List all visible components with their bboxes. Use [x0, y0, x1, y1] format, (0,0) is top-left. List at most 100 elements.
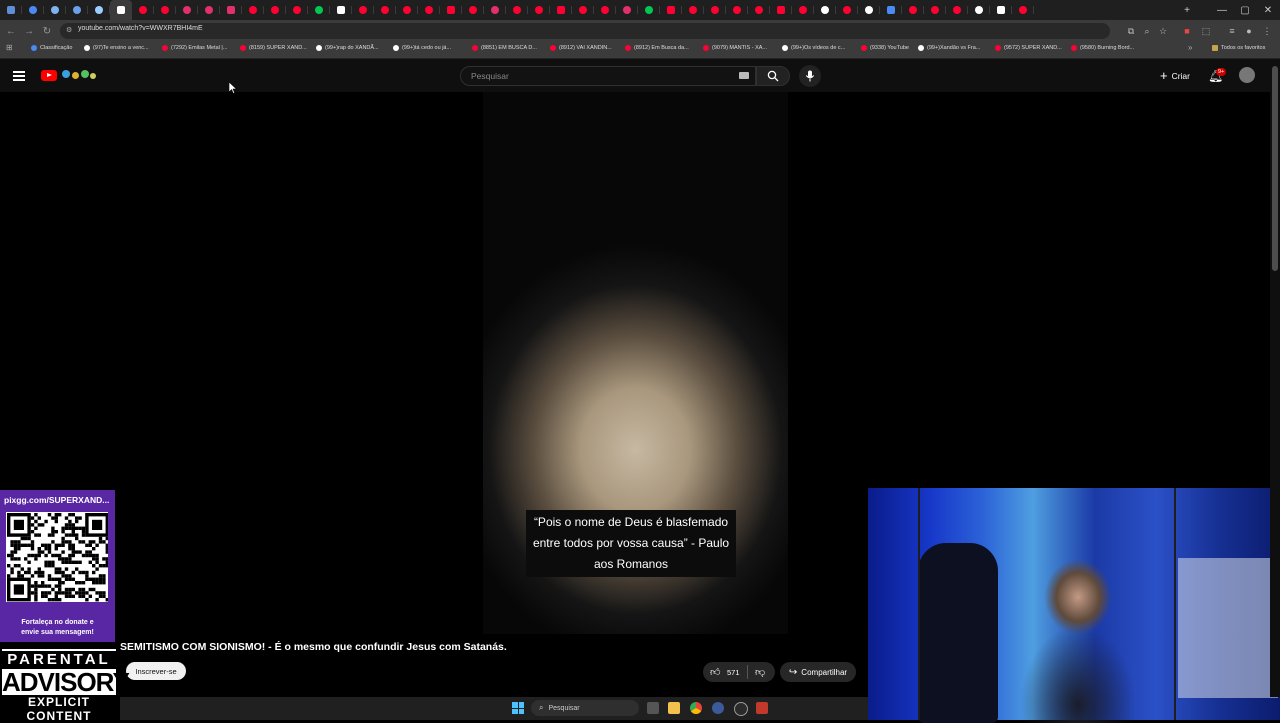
browser-tab[interactable] [418, 0, 440, 20]
task-view-icon[interactable] [647, 702, 659, 714]
browser-tab[interactable] [308, 0, 330, 20]
browser-tab[interactable] [242, 0, 264, 20]
browser-tab[interactable] [0, 0, 22, 20]
browser-tab[interactable] [946, 0, 968, 20]
browser-tab[interactable] [550, 0, 572, 20]
browser-tab[interactable] [154, 0, 176, 20]
bookmark-item[interactable]: (8912) Em Busca da... [625, 45, 689, 51]
bookmark-item[interactable]: (99+)Xandão vs Fra... [918, 45, 980, 51]
all-bookmarks-link[interactable]: Todos os favoritos [1212, 45, 1265, 51]
browser-tab[interactable] [374, 0, 396, 20]
browser-tab[interactable] [770, 0, 792, 20]
maximize-icon[interactable]: ▢ [1234, 0, 1256, 20]
share-button[interactable]: ↪ Compartilhar [780, 662, 856, 682]
search-button[interactable] [756, 66, 790, 86]
youtube-logo-icon[interactable] [41, 70, 57, 81]
browser-tab[interactable] [44, 0, 66, 20]
browser-tab[interactable] [528, 0, 550, 20]
obs-icon[interactable] [734, 702, 748, 716]
taskbar-search[interactable]: ⌕ Pesquisar [531, 700, 639, 716]
browser-tab[interactable] [924, 0, 946, 20]
browser-tab[interactable] [440, 0, 462, 20]
browser-tab[interactable] [748, 0, 770, 20]
apps-grid-icon[interactable]: ⊞ [6, 43, 13, 52]
browser-tab[interactable] [594, 0, 616, 20]
browser-tab[interactable] [726, 0, 748, 20]
bookmark-item[interactable]: (99+)Os vídeos de c... [782, 45, 845, 51]
keyboard-icon[interactable] [739, 72, 749, 79]
bookmark-item[interactable]: Classificação [31, 45, 72, 51]
scrollbar-thumb[interactable] [1272, 66, 1278, 271]
like-button[interactable]: 👍︎ [710, 666, 720, 678]
bookmark-item[interactable]: (8851) EM BUSCA D... [472, 45, 537, 51]
browser-menu-icon[interactable]: ⋮ [1261, 25, 1273, 37]
bookmark-item[interactable]: (9338) YouTube [861, 45, 909, 51]
new-tab-button[interactable]: + [1176, 0, 1198, 20]
bookmark-item[interactable]: (8912) VAI XANDIN... [550, 45, 612, 51]
browser-tab[interactable] [220, 0, 242, 20]
bookmark-item[interactable]: (97)Te ensino a venc... [84, 45, 149, 51]
browser-tab[interactable] [352, 0, 374, 20]
browser-tab[interactable] [110, 0, 132, 20]
install-icon[interactable]: ⧉ [1125, 25, 1137, 37]
windows-start-icon[interactable] [512, 702, 524, 714]
browser-tab[interactable] [836, 0, 858, 20]
omnibox[interactable]: ⚙ youtube.com/watch?v=WWXR7BHI4mE [60, 23, 1110, 39]
browser-tab[interactable] [990, 0, 1012, 20]
browser-tab[interactable] [638, 0, 660, 20]
close-window-icon[interactable]: ✕ [1257, 0, 1279, 20]
browser-tab[interactable] [572, 0, 594, 20]
zoom-icon[interactable]: ⌕ [1141, 25, 1153, 37]
voice-search-button[interactable] [799, 65, 821, 87]
reload-icon[interactable]: ↻ [40, 24, 54, 38]
bookmark-item[interactable]: (8159) SUPER XAND... [240, 45, 307, 51]
browser-tab[interactable] [880, 0, 902, 20]
hamburger-menu-icon[interactable] [13, 70, 25, 81]
dislike-button[interactable]: 👎︎ [755, 666, 765, 678]
browser-tab[interactable] [462, 0, 484, 20]
streaming-app-icon[interactable] [756, 702, 768, 714]
browser-tab[interactable] [264, 0, 286, 20]
profile-menu-icon[interactable]: ≡ [1226, 25, 1238, 37]
browser-tab[interactable] [968, 0, 990, 20]
browser-tab[interactable] [902, 0, 924, 20]
profile-avatar-icon[interactable]: ● [1243, 25, 1255, 37]
browser-tab[interactable] [682, 0, 704, 20]
browser-tab[interactable] [330, 0, 352, 20]
subscribe-button[interactable]: Inscrever-se [126, 662, 186, 680]
site-info-icon[interactable]: ⚙ [66, 26, 72, 34]
browser-tab[interactable] [506, 0, 528, 20]
create-button[interactable]: + Criar [1152, 66, 1198, 86]
browser-tab[interactable] [792, 0, 814, 20]
bookmark-star-icon[interactable]: ☆ [1157, 25, 1169, 37]
chrome-icon[interactable] [690, 702, 702, 714]
avatar[interactable] [1239, 67, 1255, 83]
extension-icon[interactable]: ■ [1181, 25, 1193, 37]
browser-tab[interactable] [814, 0, 836, 20]
browser-tab[interactable] [286, 0, 308, 20]
extensions-puzzle-icon[interactable]: ⬚ [1200, 25, 1212, 37]
bookmark-item[interactable]: (7292) Emilas Metal |... [162, 45, 227, 51]
settings-app-icon[interactable] [712, 702, 724, 714]
browser-tab[interactable] [198, 0, 220, 20]
back-icon[interactable]: ← [4, 24, 18, 38]
browser-tab[interactable] [660, 0, 682, 20]
bookmark-item[interactable]: (99+)tá cedo ou já... [393, 45, 451, 51]
bookmark-item[interactable]: (9079) MANTIS - XA... [703, 45, 767, 51]
channel-doodle-icon[interactable] [60, 68, 97, 82]
browser-tab[interactable] [484, 0, 506, 20]
browser-tab[interactable] [66, 0, 88, 20]
bookmark-item[interactable]: (9580) Burning Bord... [1071, 45, 1134, 51]
browser-tab[interactable] [616, 0, 638, 20]
more-bookmarks-icon[interactable]: » [1188, 43, 1192, 52]
browser-tab[interactable] [22, 0, 44, 20]
browser-tab[interactable] [176, 0, 198, 20]
browser-tab[interactable] [858, 0, 880, 20]
file-explorer-icon[interactable] [668, 702, 680, 714]
minimize-icon[interactable]: — [1211, 0, 1233, 20]
browser-tab[interactable] [1012, 0, 1034, 20]
search-input[interactable]: Pesquisar [460, 66, 756, 86]
browser-tab[interactable] [396, 0, 418, 20]
url-text[interactable]: youtube.com/watch?v=WWXR7BHI4mE [78, 25, 203, 32]
bookmark-item[interactable]: (99+)rap do XANDÃ... [316, 45, 379, 51]
